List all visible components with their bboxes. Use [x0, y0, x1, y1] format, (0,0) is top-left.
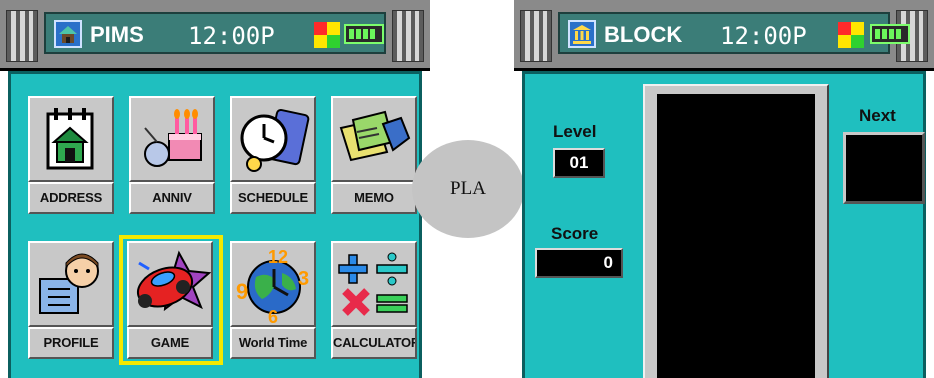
hinge-left [6, 10, 38, 62]
playfield[interactable] [643, 84, 829, 378]
next-piece-preview [843, 132, 925, 204]
race-car-icon [127, 241, 213, 327]
block-screen: BLOCK 12:00P Level 01 Score 0 Next [514, 0, 934, 378]
tile-anniv[interactable]: ANNIV [125, 92, 221, 218]
tile-world-time[interactable]: 9 12 3 6 World Time [226, 237, 322, 363]
pla-callout: PLA [412, 140, 524, 238]
tile-profile[interactable]: PROFILE [24, 237, 120, 363]
globe-clock-icon: 9 12 3 6 [230, 241, 316, 327]
math-symbols-icon [331, 241, 417, 327]
status-blocks-icon [314, 22, 340, 48]
title-bar: PIMS 12:00P [0, 0, 430, 71]
app-title: BLOCK [604, 22, 683, 47]
tile-label: ADDRESS [28, 182, 114, 214]
bank-icon [568, 20, 596, 48]
pims-screen: PIMS 12:00P ADDRESS ANNIV SCHEDULE MEMO … [0, 0, 430, 378]
score-label: Score [551, 224, 599, 243]
hinge-right [392, 10, 424, 62]
level-value: 01 [553, 148, 605, 178]
game-area: Level 01 Score 0 Next [522, 71, 926, 378]
title-bar: BLOCK 12:00P [514, 0, 934, 71]
tile-label: PROFILE [28, 327, 114, 359]
svg-text:3: 3 [298, 268, 309, 290]
next-label: Next [859, 106, 896, 125]
tile-label: World Time [230, 327, 316, 359]
tile-calculator[interactable]: CALCULATOR [327, 237, 423, 363]
tile-label: GAME [127, 327, 213, 359]
playfield-grid [657, 94, 815, 378]
svg-text:12: 12 [268, 247, 288, 267]
svg-text:6: 6 [268, 307, 278, 325]
tile-label: MEMO [331, 182, 417, 214]
profile-person-icon [28, 241, 114, 327]
hinge-left [520, 10, 552, 62]
score-value: 0 [535, 248, 623, 278]
app-title: PIMS [90, 22, 144, 47]
title-box: PIMS 12:00P [44, 12, 386, 54]
battery-icon [870, 24, 910, 44]
tile-schedule[interactable]: SCHEDULE [226, 92, 322, 218]
battery-icon [344, 24, 384, 44]
tile-game[interactable]: GAME [119, 235, 223, 365]
clock: 12:00P [720, 22, 807, 50]
title-box: BLOCK 12:00P [558, 12, 910, 54]
address-book-icon [28, 96, 114, 182]
tile-memo[interactable]: MEMO [327, 92, 423, 218]
home-icon [54, 20, 82, 48]
level-label: Level [553, 122, 597, 141]
pims-menu: ADDRESS ANNIV SCHEDULE MEMO PROFILE GAME… [8, 71, 422, 378]
clock-calendar-icon [230, 96, 316, 182]
status-blocks-icon [838, 22, 864, 48]
tile-label: ANNIV [129, 182, 215, 214]
clock: 12:00P [188, 22, 275, 50]
tile-label: CALCULATOR [331, 327, 417, 359]
tile-address[interactable]: ADDRESS [24, 92, 120, 218]
pla-text: PLA [450, 178, 486, 199]
memo-notes-icon [331, 96, 417, 182]
tile-label: SCHEDULE [230, 182, 316, 214]
svg-text:9: 9 [236, 279, 248, 304]
birthday-cake-icon [129, 96, 215, 182]
